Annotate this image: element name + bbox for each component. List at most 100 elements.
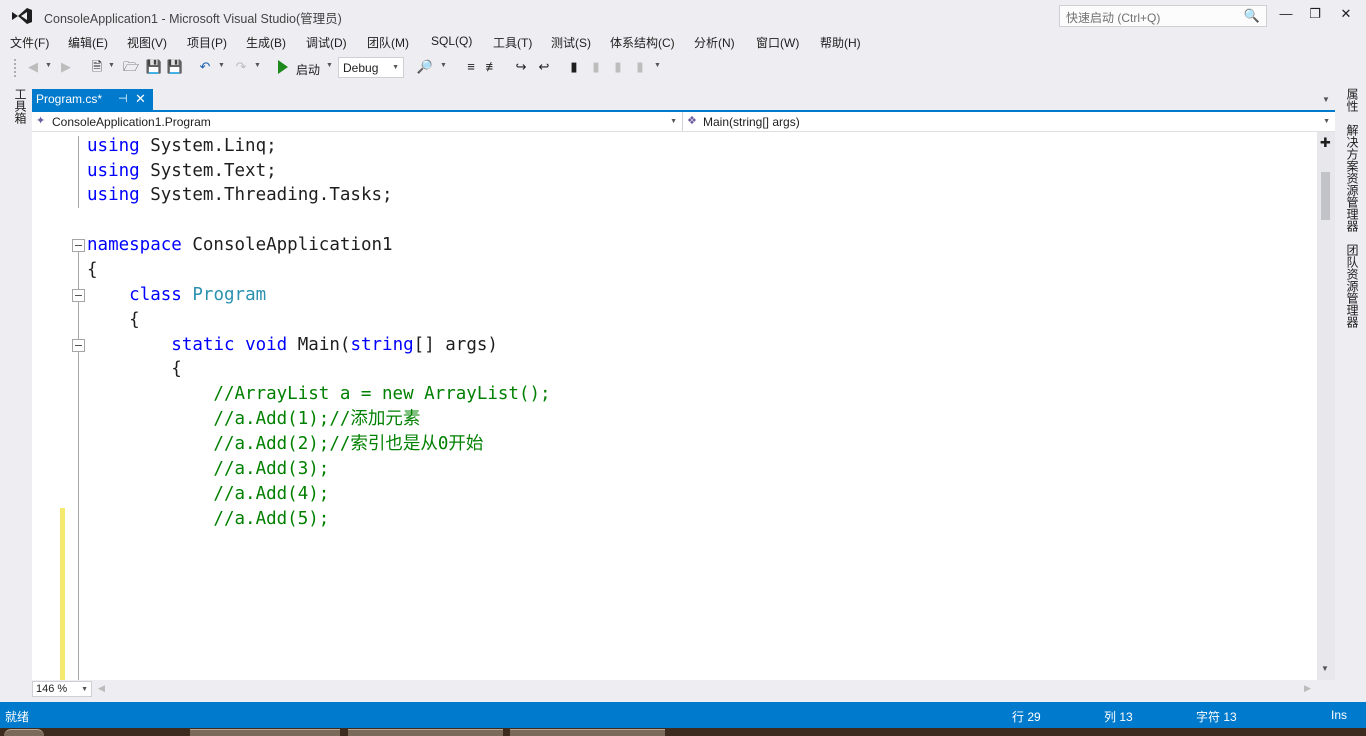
code-line: { bbox=[87, 359, 182, 379]
maximize-button[interactable]: ❐ bbox=[1304, 6, 1326, 24]
scrollbar-thumb[interactable] bbox=[1321, 172, 1330, 220]
menu-help[interactable]: 帮助(H) bbox=[820, 34, 861, 51]
scroll-down-icon[interactable]: ▼ bbox=[1321, 664, 1329, 673]
code-line: class Program bbox=[87, 283, 266, 307]
status-bar: 就绪 行 29 列 13 字符 13 Ins bbox=[0, 702, 1366, 728]
code-line: { bbox=[87, 310, 140, 330]
next-bookmark-icon[interactable]: ▮ bbox=[609, 58, 627, 76]
type-name: Program bbox=[192, 285, 267, 305]
title-bar: ConsoleApplication1 - Microsoft Visual S… bbox=[0, 0, 1366, 32]
step-into-icon[interactable]: ↪ bbox=[512, 58, 530, 76]
code-text: System.Threading.Tasks; bbox=[139, 185, 393, 205]
comment-out-icon[interactable]: ≡ bbox=[462, 58, 480, 76]
uncomment-icon[interactable]: ≢ bbox=[483, 58, 501, 76]
navigation-bar: ✦ ConsoleApplication1.Program ▼ ❖ Main(s… bbox=[32, 112, 1335, 132]
chevron-down-icon[interactable]: ▼ bbox=[108, 62, 115, 69]
keyword: void bbox=[245, 335, 288, 355]
menu-team[interactable]: 团队(M) bbox=[367, 34, 409, 51]
solution-explorer-tab[interactable]: 解决方案资源管理器 bbox=[1342, 124, 1359, 232]
split-window-icon[interactable]: ✚ bbox=[1320, 135, 1331, 151]
type-dropdown[interactable]: ✦ ConsoleApplication1.Program ▼ bbox=[32, 112, 683, 131]
taskbar-button[interactable] bbox=[348, 729, 503, 736]
toolbox-tab[interactable]: 工具箱 bbox=[10, 88, 27, 124]
close-icon[interactable]: ✕ bbox=[135, 91, 146, 107]
window-title: ConsoleApplication1 - Microsoft Visual S… bbox=[44, 12, 342, 26]
open-file-icon[interactable]: 🗁 bbox=[122, 58, 140, 76]
collapse-class-button[interactable] bbox=[72, 289, 85, 302]
taskbar-button[interactable] bbox=[510, 729, 665, 736]
horizontal-scrollbar[interactable]: 146 % ▼ ◀ ▶ bbox=[32, 680, 1317, 698]
solution-configuration-select[interactable]: Debug ▼ bbox=[338, 57, 404, 78]
scroll-left-icon[interactable]: ◀ bbox=[98, 683, 105, 694]
collapse-namespace-button[interactable] bbox=[72, 239, 85, 252]
redo-icon[interactable]: ↷ bbox=[232, 58, 250, 76]
search-icon[interactable]: 🔍 bbox=[1244, 8, 1260, 24]
status-insert-mode: Ins bbox=[1331, 708, 1348, 722]
save-all-icon[interactable]: 💾 bbox=[166, 58, 184, 76]
comment-line: //a.Add(2);//索引也是从0开始 bbox=[87, 434, 484, 454]
scroll-right-icon[interactable]: ▶ bbox=[1304, 683, 1311, 694]
menu-test[interactable]: 测试(S) bbox=[551, 34, 591, 51]
menu-project[interactable]: 项目(P) bbox=[187, 34, 227, 51]
member-dropdown[interactable]: ❖ Main(string[] args) ▼ bbox=[683, 112, 1335, 131]
menu-analyze[interactable]: 分析(N) bbox=[694, 34, 735, 51]
chevron-down-icon[interactable]: ▼ bbox=[326, 62, 333, 69]
menu-edit[interactable]: 编辑(E) bbox=[68, 34, 108, 51]
menu-view[interactable]: 视图(V) bbox=[127, 34, 167, 51]
undo-icon[interactable]: ↶ bbox=[196, 58, 214, 76]
zoom-select[interactable]: 146 % ▼ bbox=[32, 681, 92, 697]
start-orb-icon[interactable] bbox=[4, 729, 44, 736]
bookmark-icon[interactable]: ▮ bbox=[565, 58, 583, 76]
navigate-back-icon[interactable]: ◀ bbox=[24, 58, 42, 76]
chevron-down-icon[interactable]: ▼ bbox=[254, 62, 261, 69]
chevron-down-icon[interactable]: ▼ bbox=[45, 62, 52, 69]
step-over-icon[interactable]: ↩ bbox=[535, 58, 553, 76]
properties-tab[interactable]: 属性 bbox=[1342, 88, 1359, 112]
os-taskbar bbox=[0, 728, 1366, 736]
code-text: ConsoleApplication1 bbox=[181, 235, 393, 255]
code-line: namespace ConsoleApplication1 bbox=[87, 233, 393, 257]
tab-program-cs[interactable]: Program.cs* ⊣ ✕ bbox=[32, 89, 153, 110]
previous-bookmark-icon[interactable]: ▮ bbox=[587, 58, 605, 76]
pin-icon[interactable]: ⊣ bbox=[118, 92, 128, 105]
menu-file[interactable]: 文件(F) bbox=[10, 34, 49, 51]
new-project-icon[interactable]: 🗎 bbox=[88, 58, 106, 76]
keyword: using bbox=[87, 136, 140, 156]
navigate-forward-icon[interactable]: ▶ bbox=[57, 58, 75, 76]
chevron-down-icon[interactable]: ▼ bbox=[654, 62, 661, 69]
chevron-down-icon[interactable]: ▼ bbox=[1322, 95, 1330, 104]
status-text: 就绪 bbox=[5, 710, 30, 724]
clear-bookmarks-icon[interactable]: ▮ bbox=[631, 58, 649, 76]
status-column: 列 13 bbox=[1104, 710, 1133, 724]
menu-architecture[interactable]: 体系结构(C) bbox=[610, 34, 675, 51]
menu-build[interactable]: 生成(B) bbox=[246, 34, 286, 51]
quick-launch-input[interactable]: 快速启动 (Ctrl+Q) 🔍 bbox=[1059, 5, 1267, 27]
right-tool-window-strip: 属性 解决方案资源管理器 团队资源管理器 bbox=[1335, 82, 1366, 702]
close-button[interactable]: ✕ bbox=[1335, 6, 1357, 24]
team-explorer-tab[interactable]: 团队资源管理器 bbox=[1342, 244, 1359, 328]
minimize-button[interactable]: — bbox=[1275, 6, 1297, 24]
code-editor[interactable]: using System.Linq; using System.Text; us… bbox=[32, 132, 1317, 680]
taskbar-button[interactable] bbox=[190, 729, 340, 736]
chevron-down-icon[interactable]: ▼ bbox=[218, 62, 225, 69]
code-text: Main( bbox=[287, 335, 351, 355]
menu-debug[interactable]: 调试(D) bbox=[306, 34, 347, 51]
find-in-files-icon[interactable]: 🔎 bbox=[416, 58, 434, 76]
code-line: static void Main(string[] args) bbox=[87, 333, 498, 357]
menu-sql[interactable]: SQL(Q) bbox=[431, 34, 472, 48]
menu-tools[interactable]: 工具(T) bbox=[493, 34, 532, 51]
comment-line: //a.Add(4); bbox=[87, 484, 330, 504]
status-character: 字符 13 bbox=[1196, 710, 1237, 724]
change-tracking-margin bbox=[60, 508, 65, 680]
vertical-scrollbar[interactable]: ✚ ▼ bbox=[1317, 132, 1335, 680]
chevron-down-icon[interactable]: ▼ bbox=[440, 62, 447, 69]
toolbar-grip[interactable] bbox=[13, 58, 17, 78]
menu-window[interactable]: 窗口(W) bbox=[756, 34, 799, 51]
code-line: using System.Linq; bbox=[87, 134, 277, 158]
collapse-method-button[interactable] bbox=[72, 339, 85, 352]
save-icon[interactable]: 💾 bbox=[145, 58, 163, 76]
